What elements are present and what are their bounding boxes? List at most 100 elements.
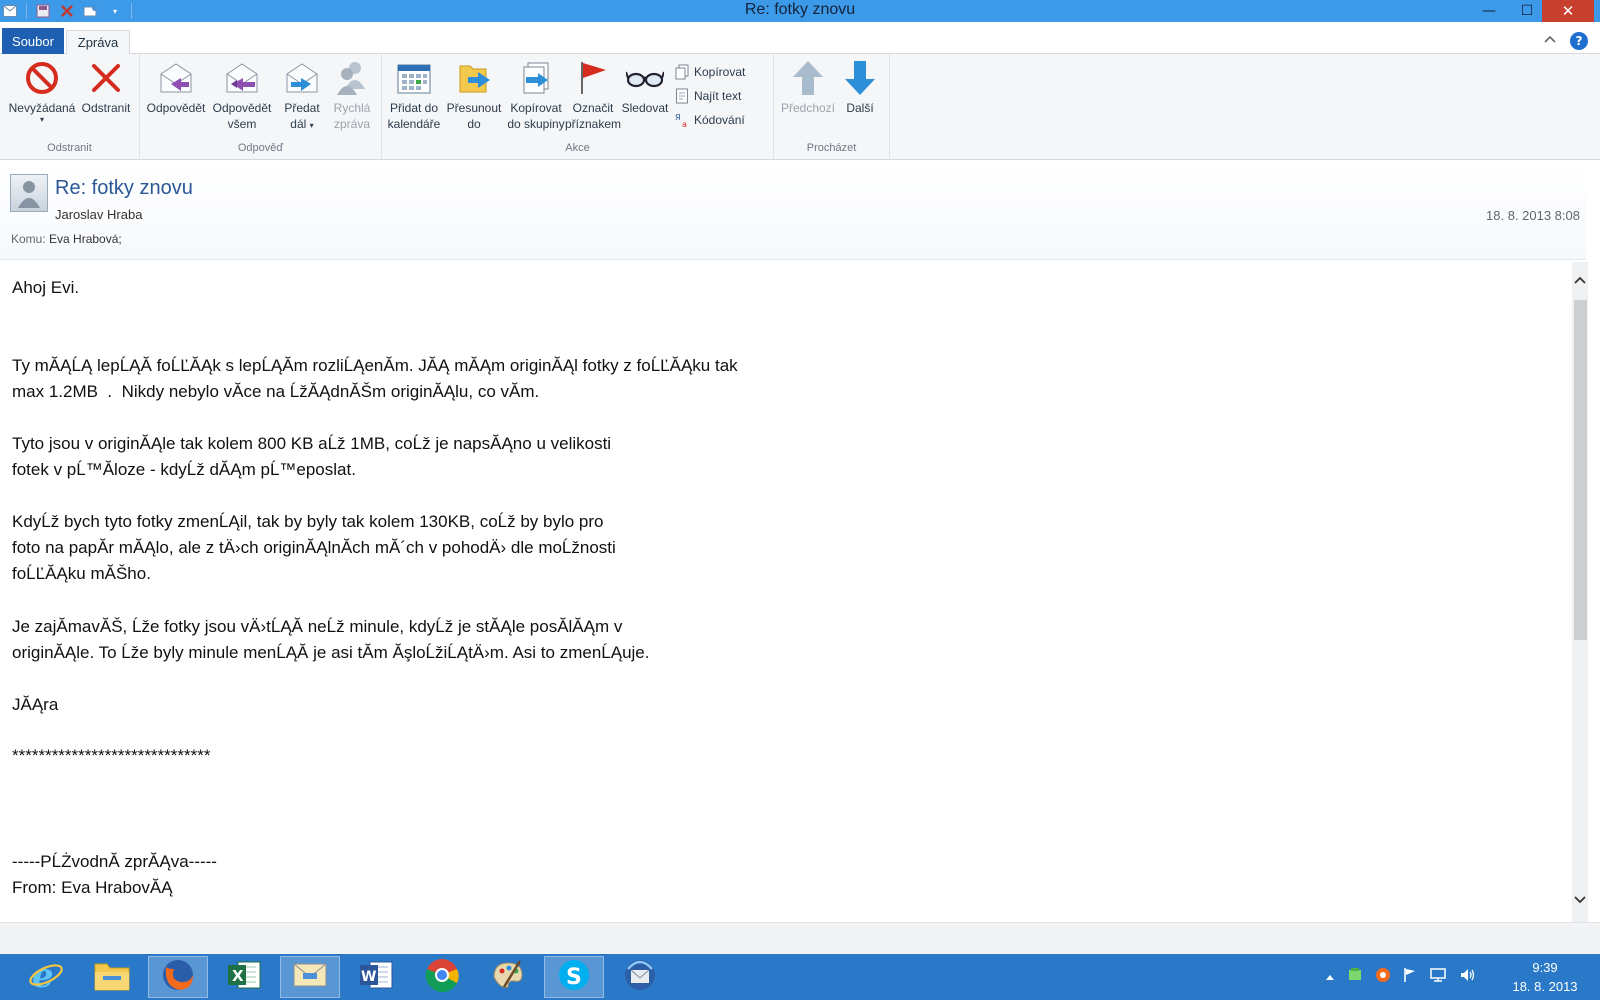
move-label-2: do (467, 117, 481, 131)
flag-icon (573, 58, 613, 98)
reply-all-label: Odpovědět všem (213, 100, 272, 132)
svg-text:Я: Я (675, 113, 681, 122)
taskbar-skype[interactable]: S (544, 956, 604, 998)
body-line: Ahoj Evi. (12, 278, 80, 297)
move-to-button[interactable]: Přesunout do (444, 58, 504, 132)
taskbar-file-explorer[interactable] (82, 956, 142, 998)
forward-label-1: Předat (284, 101, 320, 115)
encoding-button[interactable]: Яa Kódování (674, 108, 745, 132)
reply-button[interactable]: Odpovědět (144, 58, 208, 116)
next-button[interactable]: Další (838, 58, 882, 116)
message-date: 18. 8. 2013 8:08 (1486, 208, 1580, 223)
svg-text:a: a (682, 120, 687, 128)
taskbar-internet-explorer[interactable]: e (16, 956, 76, 998)
taskbar-firefox[interactable] (148, 956, 208, 998)
thunderbird-icon (622, 957, 658, 997)
taskbar-clock[interactable]: 9:39 18. 8. 2013 (1500, 958, 1590, 996)
group-label-odpoved: Odpověď (237, 142, 284, 154)
mail-window: ▾ Re: fotky znovu — ☐ ✕ Soubor Zpráva ? … (0, 0, 1600, 1000)
help-icon[interactable]: ? (1570, 32, 1588, 50)
system-tray (1325, 954, 1477, 1000)
tab-soubor[interactable]: Soubor (2, 28, 64, 54)
copy-to-icon (516, 58, 556, 98)
copy-to-button[interactable]: Kopírovat do skupiny (504, 58, 568, 132)
group-prochazet: Předchozí Další Procházet (774, 54, 890, 160)
network-icon[interactable] (1429, 967, 1447, 987)
previous-label: Předchozí (780, 101, 836, 115)
copy-small-button[interactable]: Kopírovat (674, 60, 745, 84)
copy-label-2: do skupiny (507, 117, 565, 131)
copy-to-label: Kopírovat do skupiny (507, 100, 564, 132)
scroll-down-icon[interactable] (1572, 892, 1588, 908)
chrome-icon (424, 957, 460, 997)
add-to-calendar-label: Přidat do kalendáře (388, 100, 441, 132)
body-line: Ty mĂĄĹĄ lepĹĄĂ foĹĽĂĄk s lepĹĄĂm rozliĹ… (12, 356, 738, 375)
reply-label: Odpovědět (146, 101, 206, 115)
watch-button[interactable]: Sledovat (618, 58, 672, 116)
svg-text:X: X (232, 967, 244, 985)
junk-dropdown-icon: ▾ (39, 115, 44, 124)
ribbon: Nevyžádaná ▾ Odstranit Odstranit Odpověd… (0, 54, 1600, 160)
group-label-akce: Akce (565, 142, 590, 154)
folder-icon (93, 958, 131, 996)
tab-zprava[interactable]: Zpráva (66, 30, 130, 55)
title-bar: ▾ Re: fotky znovu — ☐ ✕ (0, 0, 1600, 22)
scroll-up-icon[interactable] (1572, 272, 1588, 288)
akce-small-buttons: Kopírovat Najít text Яa Kódování (674, 60, 745, 132)
taskbar-excel[interactable]: X (214, 956, 274, 998)
calendar-label-1: Přidat do (389, 101, 439, 115)
tray-avast-icon[interactable] (1375, 967, 1391, 987)
close-button[interactable]: ✕ (1542, 0, 1594, 22)
vertical-scrollbar[interactable] (1572, 262, 1588, 922)
live-mail-icon (291, 959, 329, 995)
body-line: Je zajĂmavĂŠ, Ĺže fotky jsou vÄ›tĹĄĂ neĹ… (12, 617, 623, 636)
taskbar-paint[interactable] (478, 956, 538, 998)
encoding-label: Kódování (694, 113, 745, 127)
taskbar-windows-live-mail[interactable] (280, 956, 340, 998)
forward-label: Předat dál ▾ (284, 101, 320, 131)
im-label-2: zpráva (333, 117, 371, 131)
ribbon-tabbar: Soubor Zpráva ? (0, 28, 1600, 55)
previous-button[interactable]: Předchozí (778, 58, 838, 116)
skype-icon: S (556, 957, 592, 997)
taskbar-word[interactable]: W (346, 956, 406, 998)
message-sender[interactable]: Jaroslav Hraba (55, 207, 142, 222)
copy-icon (674, 64, 690, 80)
body-line: Tyto jsou v originĂĄle tak kolem 800 KB … (12, 434, 612, 453)
find-text-button[interactable]: Najít text (674, 84, 745, 108)
taskbar-chrome[interactable] (412, 956, 472, 998)
contact-avatar-icon[interactable] (10, 174, 48, 212)
add-to-calendar-button[interactable]: Přidat do kalendáře (384, 58, 444, 132)
body-line: From: Eva HrabovĂĄ (12, 878, 173, 897)
calendar-label-2: kalendáře (387, 117, 441, 131)
flag-label-1: Označit (572, 101, 614, 115)
instant-message-button[interactable]: Rychlá zpráva (326, 58, 378, 132)
delete-x-icon (86, 58, 126, 98)
message-body[interactable]: Ahoj Evi. Ty mĂĄĹĄ lepĹĄĂ foĹĽĂĄk s lepĹ… (0, 262, 1572, 922)
flag-button[interactable]: Označit příznakem (564, 58, 622, 132)
junk-button[interactable]: Nevyžádaná ▾ (4, 58, 80, 124)
delete-button[interactable]: Odstranit (76, 58, 136, 116)
group-label-odstranit: Odstranit (47, 142, 92, 154)
show-hidden-icons-icon[interactable] (1325, 970, 1335, 985)
calendar-icon (394, 58, 434, 98)
reply-all-button[interactable]: Odpovědět všem (210, 58, 274, 132)
action-center-flag-icon[interactable] (1403, 967, 1417, 987)
body-line: originĂĄle. To Ĺže byly minule menĹĄĂ je… (12, 643, 650, 662)
next-label: Další (846, 101, 874, 115)
volume-icon[interactable] (1459, 967, 1477, 987)
internet-explorer-icon: e (28, 956, 64, 997)
body-line: foĹĽĂĄku mĂŠho. (12, 564, 151, 583)
tray-app-icon[interactable] (1347, 967, 1363, 987)
body-line: fotek v pĹ™Ăloze - kdyĹž dĂĄm pĹ™eposlat… (12, 460, 356, 479)
flag-label-2: příznakem (564, 117, 622, 131)
ribbon-collapse-icon[interactable] (1544, 32, 1556, 47)
to-value[interactable]: Eva Hrabová; (49, 232, 122, 246)
message-header: Re: fotky znovu Jaroslav Hraba 18. 8. 20… (0, 162, 1586, 260)
forward-button[interactable]: Předat dál ▾ (274, 58, 330, 134)
scrollbar-thumb[interactable] (1574, 300, 1587, 640)
body-line: JĂĄra (12, 695, 59, 714)
taskbar-thunderbird[interactable] (610, 956, 670, 998)
group-odpoved: Odpovědět Odpovědět všem Předat dál ▾ Rych… (140, 54, 382, 160)
reply-all-icon (222, 58, 262, 98)
